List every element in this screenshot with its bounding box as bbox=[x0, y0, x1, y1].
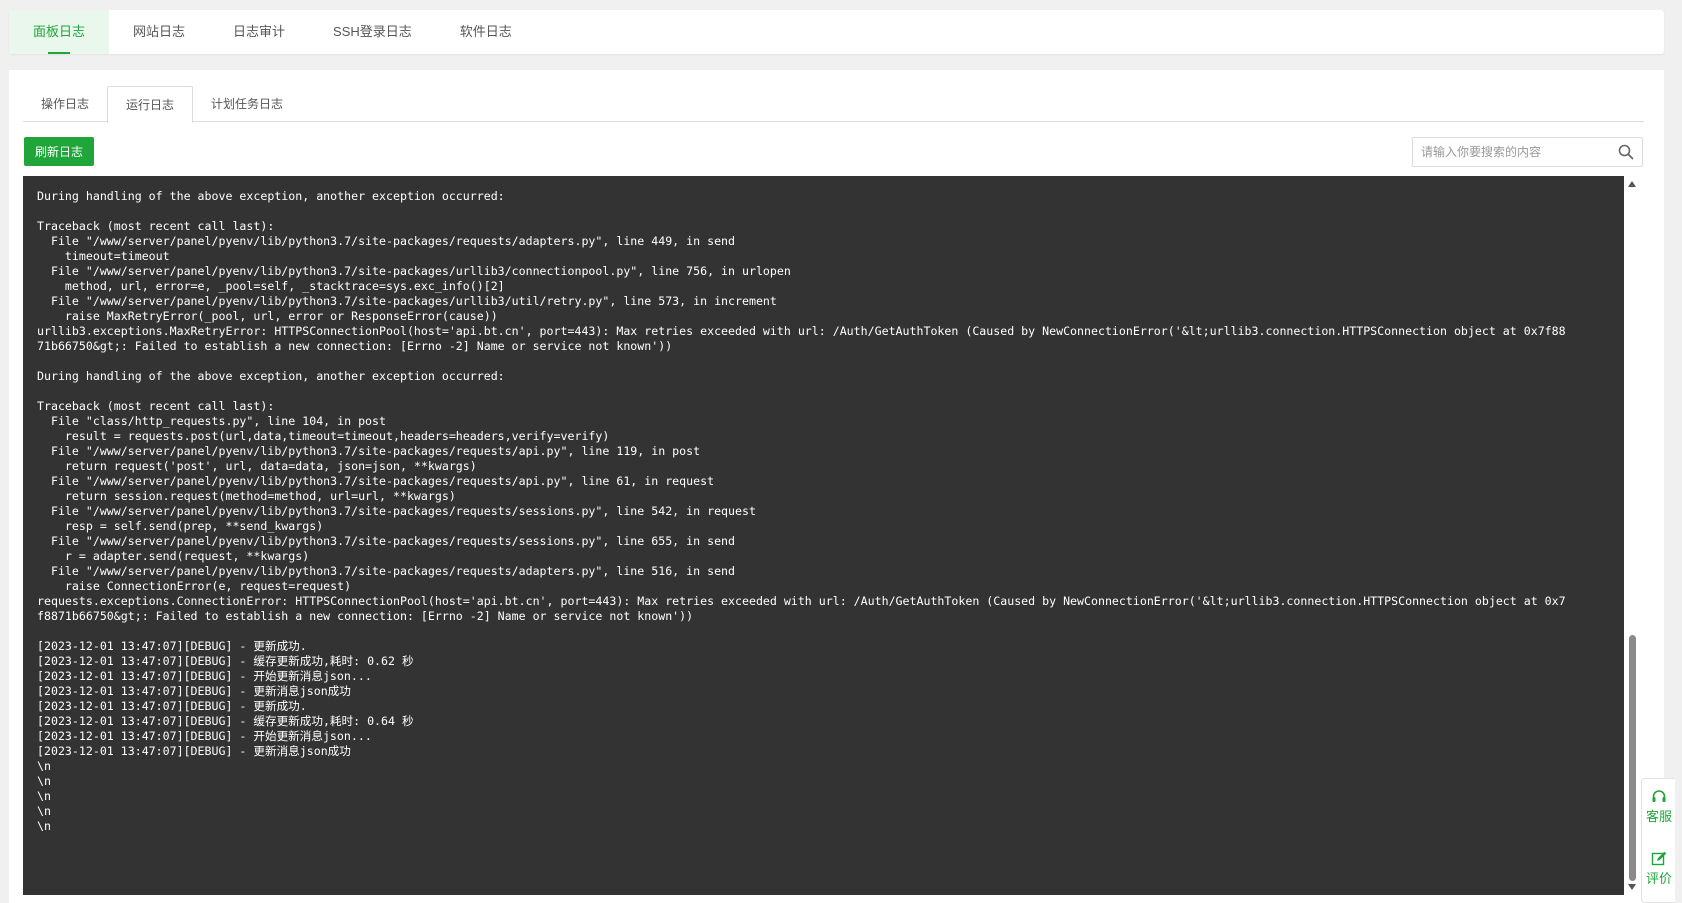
log-line: requests.exceptions.ConnectionError: HTT… bbox=[37, 594, 1566, 608]
search-box bbox=[1412, 137, 1643, 167]
log-line: [2023-12-01 13:47:07][DEBUG] - 开始更新消息jso… bbox=[37, 729, 372, 743]
log-line: result = requests.post(url,data,timeout=… bbox=[37, 429, 610, 443]
log-line: raise ConnectionError(e, request=request… bbox=[37, 579, 352, 593]
log-line: timeout=timeout bbox=[37, 249, 170, 263]
log-line: File "/www/server/panel/pyenv/lib/python… bbox=[37, 474, 715, 488]
log-line: urllib3.exceptions.MaxRetryError: HTTPSC… bbox=[37, 324, 1566, 338]
log-line: File "/www/server/panel/pyenv/lib/python… bbox=[37, 534, 736, 548]
log-panel: 操作日志 运行日志 计划任务日志 刷新日志 During handling of… bbox=[9, 70, 1664, 903]
log-line: [2023-12-01 13:47:07][DEBUG] - 缓存更新成功,耗时… bbox=[37, 654, 414, 668]
log-line: return session.request(method=method, ur… bbox=[37, 489, 456, 503]
edit-icon[interactable] bbox=[1651, 851, 1667, 867]
tab-panel-log[interactable]: 面板日志 bbox=[9, 10, 110, 54]
log-line: [2023-12-01 13:47:07][DEBUG] - 更新消息json成… bbox=[37, 744, 351, 758]
log-line: method, url, error=e, _pool=self, _stack… bbox=[37, 279, 505, 293]
log-line: \n bbox=[37, 774, 51, 788]
scroll-up-arrow-icon[interactable] bbox=[1627, 180, 1637, 188]
log-line: raise MaxRetryError(_pool, url, error or… bbox=[37, 309, 498, 323]
tab-log-audit[interactable]: 日志审计 bbox=[209, 10, 309, 54]
tab-operation-log[interactable]: 操作日志 bbox=[23, 86, 107, 122]
log-line: Traceback (most recent call last): bbox=[37, 219, 275, 233]
panel-log-subtabs: 操作日志 运行日志 计划任务日志 bbox=[23, 86, 1644, 123]
log-line: During handling of the above exception, … bbox=[37, 369, 505, 383]
log-line: File "/www/server/panel/pyenv/lib/python… bbox=[37, 444, 701, 458]
log-category-tabs: 面板日志 网站日志 日志审计 SSH登录日志 软件日志 bbox=[9, 10, 1664, 54]
customer-service-widget: 客服 评价 bbox=[1641, 778, 1675, 903]
scrollbar-thumb[interactable] bbox=[1629, 635, 1636, 881]
refresh-log-button[interactable]: 刷新日志 bbox=[24, 137, 94, 166]
log-line: return request('post', url, data=data, j… bbox=[37, 459, 477, 473]
log-line: File "/www/server/panel/pyenv/lib/python… bbox=[37, 294, 777, 308]
tab-website-log[interactable]: 网站日志 bbox=[109, 10, 209, 54]
log-line: File "/www/server/panel/pyenv/lib/python… bbox=[37, 234, 736, 248]
log-line: [2023-12-01 13:47:07][DEBUG] - 更新成功. bbox=[37, 639, 307, 653]
log-text: During handling of the above exception, … bbox=[37, 189, 1617, 834]
log-line: File "/www/server/panel/pyenv/lib/python… bbox=[37, 504, 756, 518]
log-scrollbar[interactable] bbox=[1625, 176, 1639, 895]
log-line: \n bbox=[37, 819, 51, 833]
review-label[interactable]: 评价 bbox=[1642, 871, 1676, 886]
log-line: \n bbox=[37, 759, 51, 773]
log-line: [2023-12-01 13:47:07][DEBUG] - 更新成功. bbox=[37, 699, 307, 713]
support-label[interactable]: 客服 bbox=[1642, 809, 1676, 824]
log-line: Traceback (most recent call last): bbox=[37, 399, 275, 413]
log-line: 71b66750&gt;: Failed to establish a new … bbox=[37, 339, 673, 353]
tab-software-log[interactable]: 软件日志 bbox=[436, 10, 536, 54]
log-line: r = adapter.send(request, **kwargs) bbox=[37, 549, 310, 563]
log-output[interactable]: During handling of the above exception, … bbox=[23, 176, 1624, 895]
log-line: \n bbox=[37, 804, 51, 818]
tab-ssh-login-log[interactable]: SSH登录日志 bbox=[309, 10, 436, 54]
log-line: \n bbox=[37, 789, 51, 803]
log-line: File "class/http_requests.py", line 104,… bbox=[37, 414, 387, 428]
log-line: [2023-12-01 13:47:07][DEBUG] - 开始更新消息jso… bbox=[37, 669, 372, 683]
log-line: f8871b66750&gt;: Failed to establish a n… bbox=[37, 609, 694, 623]
tab-runtime-log[interactable]: 运行日志 bbox=[107, 86, 194, 123]
search-input[interactable] bbox=[1413, 138, 1609, 166]
log-line: File "/www/server/panel/pyenv/lib/python… bbox=[37, 264, 791, 278]
log-line: File "/www/server/panel/pyenv/lib/python… bbox=[37, 564, 736, 578]
log-line: During handling of the above exception, … bbox=[37, 189, 505, 203]
tab-cron-task-log[interactable]: 计划任务日志 bbox=[193, 86, 301, 122]
headset-icon[interactable] bbox=[1651, 789, 1667, 805]
search-icon[interactable] bbox=[1618, 144, 1634, 160]
log-line: [2023-12-01 13:47:07][DEBUG] - 缓存更新成功,耗时… bbox=[37, 714, 414, 728]
log-line: [2023-12-01 13:47:07][DEBUG] - 更新消息json成… bbox=[37, 684, 351, 698]
scroll-down-arrow-icon[interactable] bbox=[1627, 883, 1637, 891]
log-line: resp = self.send(prep, **send_kwargs) bbox=[37, 519, 324, 533]
